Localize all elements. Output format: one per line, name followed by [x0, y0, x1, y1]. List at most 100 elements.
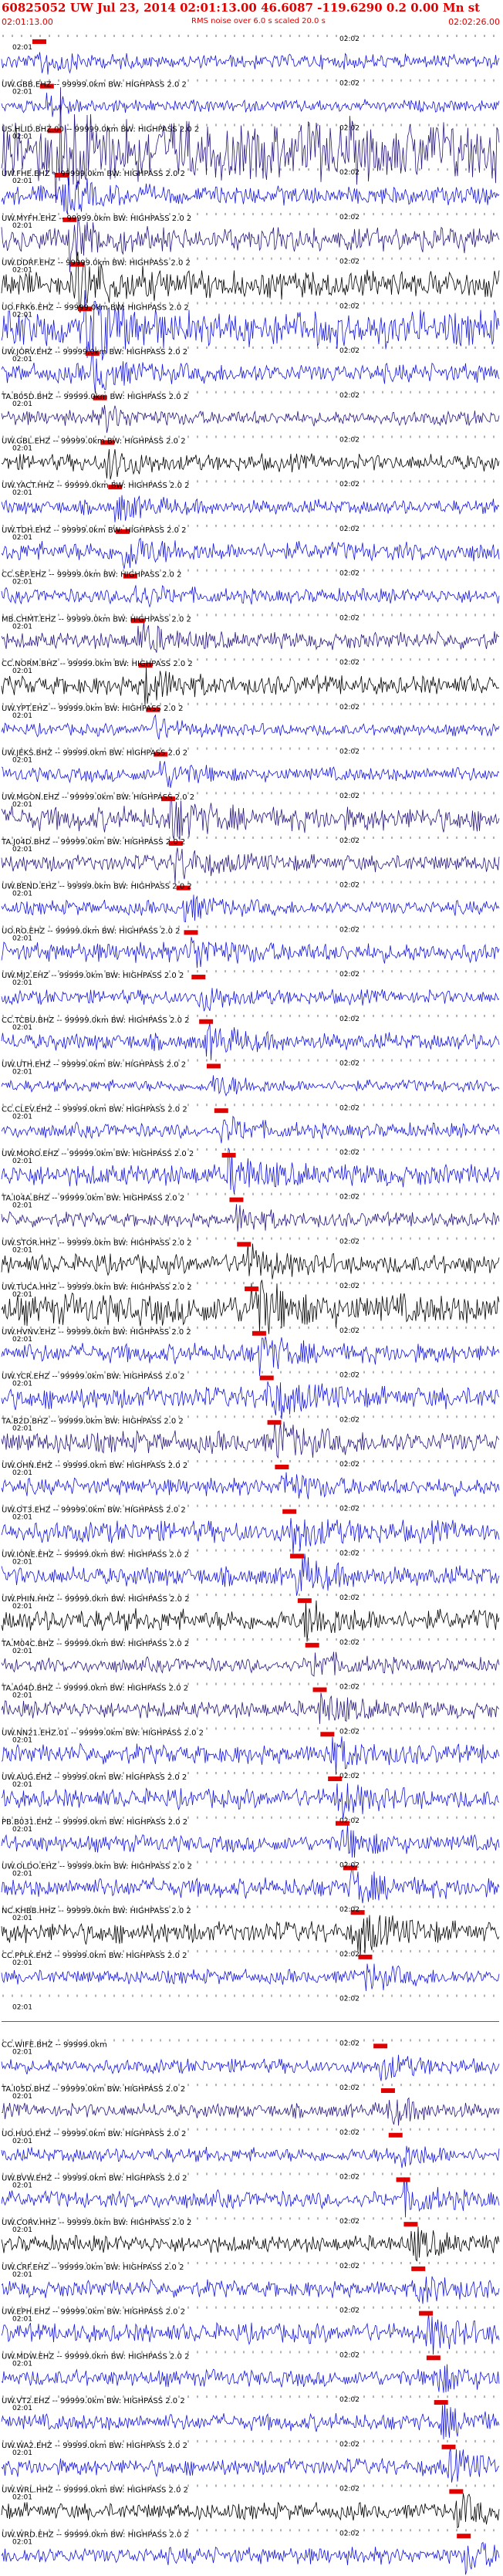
trace-waveform: [1, 1783, 500, 1820]
x-tick-label: 02:02: [339, 2307, 360, 2315]
pick-marker: [449, 2489, 464, 2494]
trace-waveform: [1, 1736, 500, 1775]
pick-marker: [411, 2266, 426, 2271]
x-tick-label: 02:01: [12, 1425, 32, 1432]
x-tick-label: 02:02: [339, 2174, 360, 2182]
pick-marker: [388, 2132, 403, 2138]
trace-waveform: [1, 353, 500, 394]
x-tick-label: 02:01: [12, 177, 32, 185]
x-tick-label: 02:01: [12, 311, 32, 319]
trace-waveform: [1, 585, 500, 608]
trace-waveform: [1, 2493, 500, 2529]
pick-marker: [191, 975, 206, 980]
x-tick-label: 02:02: [339, 259, 360, 266]
x-tick-label: 02:02: [339, 526, 360, 533]
pick-marker: [320, 1732, 335, 1737]
x-tick-label: 02:01: [12, 757, 32, 765]
x-tick-label: 02:01: [12, 1826, 32, 1834]
trace-waveform: [1, 1381, 500, 1420]
x-tick-label: 02:02: [339, 1372, 360, 1380]
pick-marker: [380, 2088, 395, 2094]
x-tick-label: 02:01: [12, 1024, 32, 1032]
x-tick-label: 02:01: [12, 2093, 32, 2101]
x-tick-label: 02:01: [12, 1558, 32, 1566]
x-tick-label: 02:02: [339, 1728, 360, 1736]
x-tick-label: 02:02: [339, 570, 360, 578]
pick-marker: [297, 1598, 312, 1604]
x-tick-label: 02:02: [339, 1817, 360, 1825]
x-tick-label: 02:02: [339, 1684, 360, 1692]
x-tick-label: 02:02: [339, 436, 360, 444]
x-tick-label: 02:01: [12, 2449, 32, 2457]
x-tick-label: 02:01: [12, 1870, 32, 1878]
x-tick-label: 02:02: [339, 1060, 360, 1068]
x-tick-label: 02:02: [339, 124, 360, 132]
trace-waveform: [1, 93, 500, 117]
x-tick-label: 02:02: [339, 882, 360, 890]
x-tick-label: 02:01: [12, 1158, 32, 1165]
x-tick-label: 02:02: [339, 1639, 360, 1647]
trace-waveform: [1, 2402, 500, 2439]
x-tick-label: 02:02: [339, 2396, 360, 2404]
x-tick-label: 02:01: [12, 222, 32, 230]
x-tick-label: 02:01: [12, 2316, 32, 2324]
x-tick-label: 02:02: [339, 1149, 360, 1157]
trace-waveform: [1, 1824, 500, 1858]
trace-waveform: [1, 1472, 500, 1499]
x-tick-label: 02:02: [339, 2129, 360, 2137]
pick-marker: [441, 2444, 456, 2449]
x-tick-label: 02:01: [12, 267, 32, 275]
pick-marker: [373, 2044, 388, 2049]
trace-waveform: [1, 1204, 500, 1232]
pick-marker: [267, 1420, 282, 1425]
x-tick-label: 02:02: [339, 1416, 360, 1424]
trace-waveform: [1, 2276, 500, 2304]
x-tick-label: 02:02: [339, 303, 360, 310]
x-tick-label: 02:02: [339, 1238, 360, 1246]
trace-waveform: [1, 1600, 500, 1642]
x-tick-label: 02:01: [12, 534, 32, 542]
x-tick-label: 02:01: [12, 2004, 32, 2012]
x-tick-label: 02:01: [12, 445, 32, 452]
x-tick-label: 02:02: [339, 2530, 360, 2537]
trace-waveform: [1, 1915, 500, 1956]
trace-waveform: [1, 449, 500, 480]
trace-waveform: [1, 847, 500, 884]
trace-waveform: [1, 537, 500, 570]
x-tick-label: 02:02: [339, 704, 360, 712]
trace-waveform: [1, 1422, 500, 1459]
pick-marker: [259, 1375, 274, 1381]
x-tick-label: 02:01: [12, 2494, 32, 2502]
trace-waveform: [1, 937, 500, 969]
x-tick-label: 02:02: [339, 169, 360, 177]
x-tick-label: 02:02: [339, 1996, 360, 2003]
trace-waveform: [1, 1553, 500, 1596]
x-tick-label: 02:01: [12, 1291, 32, 1299]
seismogram-plot: 02:0102:02UW.GBB.EHZ -- 99999.0km BW: HI…: [1, 35, 500, 2575]
trace-waveform: [1, 1692, 500, 1724]
trace-waveform: [1, 2054, 500, 2081]
x-tick-label: 02:02: [339, 1773, 360, 1780]
x-tick-label: 02:01: [12, 935, 32, 942]
trace-waveform: [1, 621, 500, 653]
pick-marker: [426, 2355, 441, 2361]
trace-waveform: [1, 52, 500, 75]
x-tick-label: 02:01: [12, 2538, 32, 2546]
trace-waveform: [1, 1115, 500, 1144]
x-tick-label: 02:02: [339, 481, 360, 488]
x-tick-label: 02:02: [339, 659, 360, 667]
x-tick-label: 02:02: [339, 1506, 360, 1513]
x-tick-label: 02:01: [12, 1514, 32, 1522]
pick-marker: [221, 1152, 236, 1158]
x-tick-label: 02:01: [12, 2226, 32, 2234]
x-tick-label: 02:01: [12, 2405, 32, 2412]
pick-marker: [275, 1464, 289, 1469]
x-tick-label: 02:02: [339, 2218, 360, 2226]
pick-marker: [229, 1197, 244, 1202]
x-tick-label: 02:02: [339, 926, 360, 934]
pick-marker: [403, 2222, 418, 2227]
x-tick-label: 02:01: [12, 133, 32, 140]
trace-waveform: [1, 2541, 500, 2575]
pick-marker: [199, 1019, 214, 1024]
x-tick-label: 02:01: [12, 2182, 32, 2190]
